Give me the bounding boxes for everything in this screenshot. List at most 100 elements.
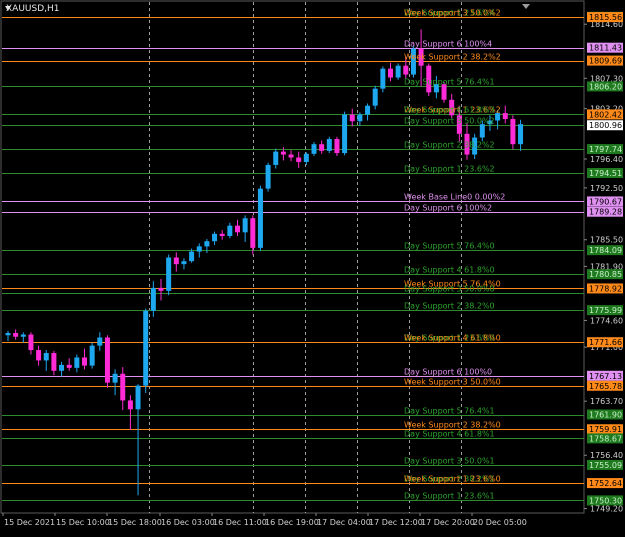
price-chart[interactable]: Day Support 1 23.6%4Week Support 3 50.0%… bbox=[0, 0, 625, 533]
price-badge-label: 1800.96 bbox=[589, 121, 622, 130]
candle bbox=[59, 361, 65, 377]
candle bbox=[235, 219, 240, 237]
candle bbox=[518, 119, 524, 151]
candle bbox=[135, 384, 141, 496]
time-tick-label: 16 Dec 19:00 bbox=[265, 518, 319, 527]
time-tick-label: 15 Dec 2021 bbox=[4, 518, 55, 527]
candle bbox=[311, 141, 317, 157]
price-badge: 1780.85 bbox=[587, 269, 623, 280]
price-badge-label: 1784.09 bbox=[589, 246, 622, 255]
candle bbox=[43, 350, 49, 371]
price-tick-label: 1763.70 bbox=[590, 397, 623, 406]
level-label: Day Support 4 61.8%3 bbox=[404, 106, 495, 115]
price-badge-label: 1790.67 bbox=[589, 197, 622, 206]
candle bbox=[143, 308, 149, 394]
price-badge: 1771.66 bbox=[587, 337, 623, 348]
candle bbox=[380, 66, 386, 93]
level-label: Week Support 4 61.8%0 bbox=[404, 334, 501, 343]
price-badge: 1758.67 bbox=[587, 433, 623, 444]
time-tick-label: 15 Dec 18:00 bbox=[108, 518, 162, 527]
price-tick-label: 1774.60 bbox=[590, 316, 623, 325]
candle bbox=[242, 215, 248, 242]
candle bbox=[273, 148, 279, 169]
price-tick-label: 1756.40 bbox=[590, 451, 623, 460]
price-badge-label: 1767.13 bbox=[589, 372, 622, 381]
candle bbox=[303, 152, 309, 165]
candle bbox=[112, 369, 118, 396]
level-label: Day Support 4 61.8%1 bbox=[404, 430, 495, 439]
time-tick-label: 17 Dec 12:00 bbox=[369, 518, 423, 527]
candle bbox=[20, 332, 26, 343]
price-tick-label: 1796.40 bbox=[590, 155, 623, 164]
candle bbox=[372, 85, 378, 110]
price-badge: 1761.90 bbox=[587, 409, 623, 420]
price-badge-label: 1789.28 bbox=[589, 208, 622, 217]
price-badge: 1809.69 bbox=[587, 55, 623, 66]
candle bbox=[158, 278, 164, 301]
candle bbox=[173, 252, 179, 272]
price-badge: 1750.30 bbox=[587, 495, 623, 506]
price-badge: 1778.92 bbox=[587, 283, 623, 294]
level-label: Week Support 3 50.0%2 bbox=[404, 9, 501, 18]
candle bbox=[97, 332, 103, 351]
time-tick-label: 15 Dec 10:00 bbox=[56, 518, 110, 527]
price-badge-label: 1809.69 bbox=[589, 57, 622, 66]
level-label: Week Support 2 38.2%2 bbox=[404, 53, 501, 62]
price-badge: 1811.43 bbox=[587, 42, 623, 53]
price-badge-label: 1752.64 bbox=[589, 479, 622, 488]
candle bbox=[227, 222, 233, 239]
candle bbox=[150, 281, 156, 317]
candle bbox=[166, 254, 172, 296]
level-label: Day Support 6 100%2 bbox=[404, 204, 492, 213]
time-tick-label: 20 Dec 05:00 bbox=[473, 518, 527, 527]
level-label: Day Support 5 76.4%1 bbox=[404, 407, 495, 416]
candle bbox=[127, 395, 133, 431]
level-label: Day Support 1 23.6%1 bbox=[404, 492, 495, 501]
candle bbox=[410, 46, 416, 78]
candle bbox=[334, 136, 340, 157]
level-label: Day Support 3 50.0%2 bbox=[404, 117, 495, 126]
price-badge: 1767.13 bbox=[587, 370, 623, 381]
candle bbox=[365, 103, 371, 121]
price-badge-label: 1775.99 bbox=[589, 306, 622, 315]
candle bbox=[395, 63, 401, 80]
candle bbox=[388, 62, 393, 82]
candle bbox=[28, 332, 34, 355]
level-label: Day Support 5 76.4%0 bbox=[404, 242, 495, 251]
candle bbox=[51, 350, 57, 376]
level-label: Day Support 5 76.4%1 bbox=[404, 78, 495, 87]
level-label: Day Support 3 50.0%1 bbox=[404, 457, 495, 466]
price-badge-label: 1815.56 bbox=[589, 13, 622, 22]
price-badge: 1815.56 bbox=[587, 12, 623, 23]
candle bbox=[502, 105, 508, 124]
price-badge: 1765.78 bbox=[587, 380, 623, 391]
price-badge: 1790.67 bbox=[587, 196, 623, 207]
level-label: Week Support 2 38.2%0 bbox=[404, 421, 501, 430]
candle bbox=[66, 358, 72, 371]
time-tick-label: 16 Dec 03:00 bbox=[161, 518, 215, 527]
candle bbox=[196, 243, 202, 258]
candle bbox=[181, 258, 187, 270]
price-tick-label: 1749.20 bbox=[590, 505, 623, 514]
time-tick-label: 17 Dec 04:00 bbox=[317, 518, 371, 527]
candle bbox=[326, 136, 332, 154]
price-badge: 1800.96 bbox=[587, 120, 623, 130]
price-badge: 1784.09 bbox=[587, 245, 623, 256]
candle bbox=[104, 335, 110, 388]
candle bbox=[250, 215, 256, 255]
chart-window[interactable]: XAUUSD,H1 Day Support 1 23.6%4 Week Suppo… bbox=[0, 0, 625, 533]
price-badge: 1797.74 bbox=[587, 144, 623, 155]
price-badge-label: 1778.92 bbox=[589, 284, 622, 293]
level-label: Day Support 3 50.0%0 bbox=[404, 285, 495, 294]
level-label: Day Support 1 23.6%2 bbox=[404, 165, 495, 174]
level-label: Day Support 2 38.2%2 bbox=[404, 141, 495, 150]
shift-marker-icon[interactable] bbox=[522, 4, 530, 9]
candle bbox=[265, 162, 271, 192]
level-label: Week Base Line0 0.00%2 bbox=[404, 193, 505, 202]
price-badge: 1789.28 bbox=[587, 206, 623, 217]
price-badge-label: 1750.30 bbox=[589, 496, 622, 505]
candle bbox=[296, 151, 302, 168]
price-badge-label: 1771.66 bbox=[589, 338, 622, 347]
price-badge-label: 1759.91 bbox=[589, 425, 622, 434]
price-badge: 1752.64 bbox=[587, 478, 623, 489]
